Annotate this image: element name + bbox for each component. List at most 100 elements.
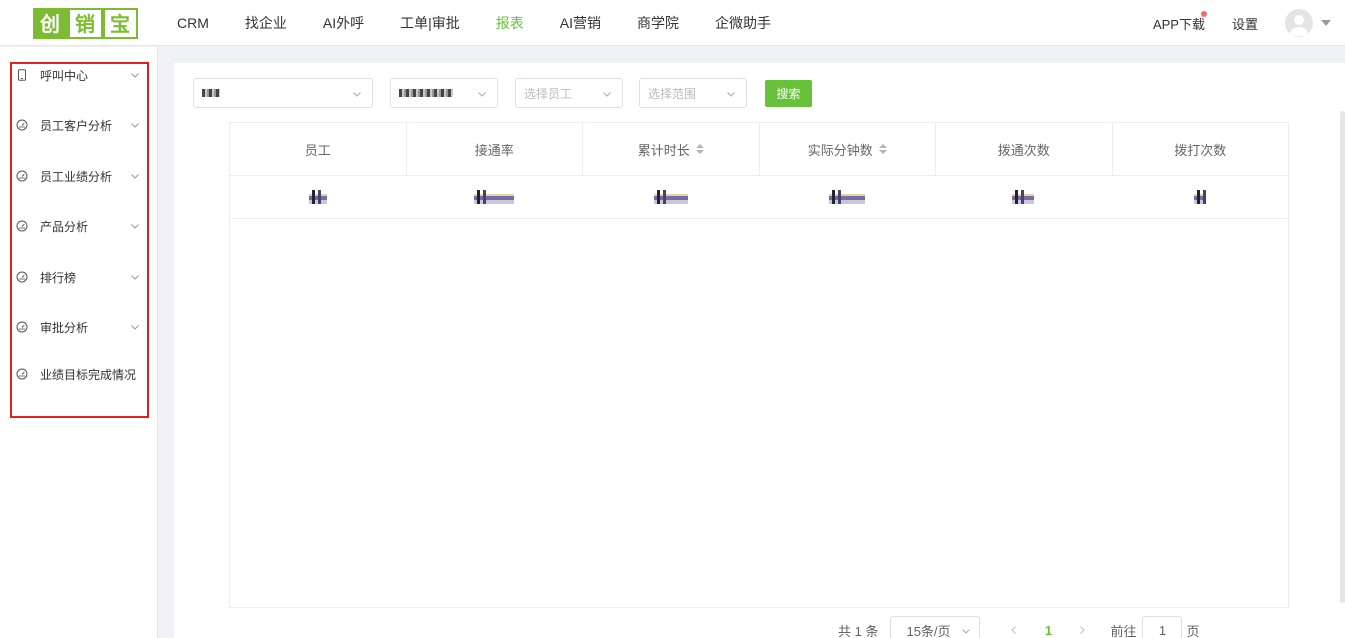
sidebar-item-label: 审批分析 bbox=[40, 320, 89, 335]
dashboard-icon bbox=[16, 368, 28, 380]
sidebar-item-target-completion[interactable]: 业绩目标完成情况 bbox=[16, 364, 142, 384]
chevron-down-icon bbox=[131, 325, 139, 330]
column-header-label: 实际分钟数 bbox=[807, 142, 873, 158]
sidebar-item-call-center[interactable]: 呼叫中心 bbox=[16, 65, 142, 85]
sort-icon[interactable] bbox=[878, 144, 887, 154]
page-size-select[interactable]: 15条/页 bbox=[890, 616, 981, 638]
search-button[interactable]: 搜索 bbox=[765, 80, 812, 107]
redacted-value bbox=[202, 89, 220, 97]
table-row[interactable] bbox=[230, 176, 1288, 219]
column-header-label: 接通率 bbox=[474, 142, 514, 158]
redacted-value bbox=[399, 89, 453, 97]
app-download-link[interactable]: APP下载 bbox=[1152, 10, 1207, 33]
chevron-down-icon bbox=[131, 224, 139, 229]
settings-link[interactable]: 设置 bbox=[1232, 14, 1258, 33]
redacted-value bbox=[1193, 190, 1206, 204]
sidebar-item-employee-customer[interactable]: 员工客户分析 bbox=[16, 115, 142, 135]
redacted-value bbox=[474, 190, 515, 204]
column-header-connect-rate: 接通率 bbox=[407, 123, 583, 175]
employee-select[interactable]: 选择员工 bbox=[515, 78, 623, 108]
page-number-current[interactable]: 1 bbox=[1028, 623, 1068, 638]
logo-char-1: 创 bbox=[33, 8, 68, 39]
table-cell bbox=[230, 176, 406, 218]
sidebar-item-label: 产品分析 bbox=[40, 219, 89, 234]
goto-page-input[interactable] bbox=[1142, 616, 1183, 638]
sidebar-item-approval-analysis[interactable]: 审批分析 bbox=[16, 317, 142, 337]
chevron-down-icon bbox=[962, 629, 971, 634]
employee-select-placeholder: 选择员工 bbox=[524, 86, 573, 101]
column-header-dial-count: 拨打次数 bbox=[1113, 123, 1289, 175]
redacted-value bbox=[829, 190, 866, 204]
goto-suffix: 页 bbox=[1186, 623, 1200, 638]
chevron-right-icon bbox=[1080, 626, 1086, 634]
app-logo[interactable]: 创 销 宝 bbox=[33, 8, 138, 39]
dashboard-icon bbox=[16, 220, 28, 232]
notification-dot bbox=[1200, 10, 1207, 17]
column-header-label: 累计时长 bbox=[637, 142, 690, 158]
column-header-actual-minutes[interactable]: 实际分钟数 bbox=[760, 123, 936, 175]
table-cell bbox=[935, 176, 1111, 218]
nav-item-reports[interactable]: 报表 bbox=[496, 13, 524, 33]
chevron-down-icon bbox=[353, 92, 361, 97]
page-size-value: 15条/页 bbox=[906, 623, 951, 638]
top-right-actions: APP下载 设置 bbox=[1153, 0, 1331, 46]
next-page-button[interactable] bbox=[1068, 616, 1096, 638]
dashboard-icon bbox=[16, 170, 28, 182]
top-navbar: 创 销 宝 CRM 找企业 AI外呼 工单|审批 报表 AI营销 商学院 企微助… bbox=[0, 0, 1345, 46]
nav-item-wecom-assistant[interactable]: 企微助手 bbox=[715, 13, 771, 33]
user-menu[interactable] bbox=[1285, 9, 1331, 37]
call-stats-table: 员工 接通率 累计时长 实际分钟数 拨通次数 拨打次数 bbox=[229, 122, 1289, 608]
logo-char-2: 销 bbox=[68, 8, 103, 39]
dashboard-icon bbox=[16, 271, 28, 283]
column-header-connected-count: 拨通次数 bbox=[936, 123, 1113, 175]
column-header-total-duration[interactable]: 累计时长 bbox=[583, 123, 760, 175]
nav-item-find-company[interactable]: 找企业 bbox=[245, 13, 287, 33]
main-nav: CRM 找企业 AI外呼 工单|审批 报表 AI营销 商学院 企微助手 bbox=[177, 0, 807, 46]
table-cell bbox=[583, 176, 759, 218]
chevron-down-icon bbox=[603, 92, 611, 97]
chevron-left-icon bbox=[1011, 626, 1017, 634]
sidebar-item-label: 业绩目标完成情况 bbox=[40, 367, 137, 382]
sidebar: 呼叫中心 员工客户分析 员工业绩分析 产品分析 排行榜 审批分析 业绩目标完成情… bbox=[0, 47, 158, 638]
phone-icon bbox=[18, 69, 26, 81]
sidebar-item-ranking[interactable]: 排行榜 bbox=[16, 267, 142, 287]
chevron-down-icon bbox=[131, 123, 139, 128]
chevron-down-icon bbox=[131, 73, 139, 78]
nav-item-ai-marketing[interactable]: AI营销 bbox=[560, 13, 601, 33]
chevron-down-icon bbox=[727, 92, 735, 97]
table-cell bbox=[1112, 176, 1288, 218]
date-select[interactable] bbox=[193, 78, 373, 108]
sort-icon[interactable] bbox=[695, 144, 704, 154]
redacted-value bbox=[1012, 190, 1035, 204]
sidebar-item-label: 员工客户分析 bbox=[40, 118, 113, 133]
goto-page: 前往 页 bbox=[1110, 616, 1200, 638]
chevron-down-icon bbox=[131, 174, 139, 179]
chevron-down-icon bbox=[478, 92, 486, 97]
column-header-employee: 员工 bbox=[230, 123, 407, 175]
sidebar-item-product-analysis[interactable]: 产品分析 bbox=[16, 216, 142, 236]
department-select[interactable] bbox=[390, 78, 498, 108]
column-header-label: 拨通次数 bbox=[997, 142, 1050, 158]
nav-item-ticket-approval[interactable]: 工单|审批 bbox=[400, 13, 460, 33]
avatar bbox=[1285, 9, 1313, 37]
user-icon bbox=[1289, 15, 1309, 36]
nav-item-academy[interactable]: 商学院 bbox=[637, 13, 679, 33]
page-scrollbar[interactable] bbox=[1340, 111, 1345, 603]
report-panel: 选择员工 选择范围 搜索 员工 接通率 累计时长 实际分钟数 拨通次数 拨打次数… bbox=[174, 63, 1345, 638]
prev-page-button[interactable] bbox=[1000, 616, 1028, 638]
nav-item-ai-call[interactable]: AI外呼 bbox=[323, 13, 364, 33]
sidebar-item-employee-performance[interactable]: 员工业绩分析 bbox=[16, 166, 142, 186]
table-cell bbox=[406, 176, 582, 218]
range-select[interactable]: 选择范围 bbox=[639, 78, 747, 108]
column-header-label: 员工 bbox=[304, 142, 331, 158]
app-download-label: APP下载 bbox=[1152, 16, 1205, 32]
dashboard-icon bbox=[16, 321, 28, 333]
sidebar-item-label: 排行榜 bbox=[40, 270, 77, 285]
goto-prefix: 前往 bbox=[1110, 623, 1137, 638]
pagination: 共 1 条 15条/页 1 前往 页 bbox=[838, 616, 1200, 638]
nav-item-crm[interactable]: CRM bbox=[177, 15, 209, 31]
redacted-value bbox=[309, 190, 328, 204]
sidebar-item-label: 呼叫中心 bbox=[40, 68, 89, 83]
column-header-label: 拨打次数 bbox=[1174, 142, 1227, 158]
range-select-placeholder: 选择范围 bbox=[648, 86, 697, 101]
